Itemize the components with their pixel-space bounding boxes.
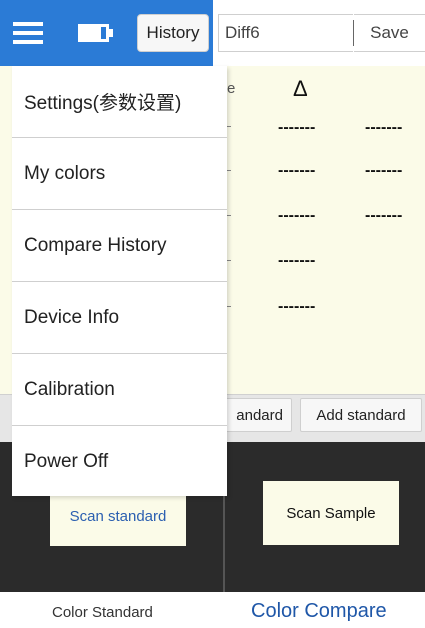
menu-item-calibration[interactable]: Calibration [12,354,227,426]
row-tick [227,126,231,127]
tab-color-compare[interactable]: Color Compare [251,600,387,623]
history-button[interactable]: History [137,14,209,52]
menu-item-device-info[interactable]: Device Info [12,282,227,354]
delta-value: ------- [365,119,403,136]
menu-item-my-colors[interactable]: My colors [12,138,227,210]
delta-value: ------- [278,119,316,136]
row-tick [227,306,231,307]
delta-value: ------- [278,252,316,269]
tab-color-standard[interactable]: Color Standard [52,604,153,621]
top-bar-blue: History [0,0,213,66]
column-header-partial: e [227,80,236,97]
row-tick [227,260,231,261]
save-button[interactable]: Save [354,14,425,52]
hamburger-icon[interactable] [10,18,50,48]
menu-item-settings[interactable]: Settings(参数设置) [12,66,227,138]
row-tick [227,215,231,216]
menu-item-power-off[interactable]: Power Off [12,426,227,498]
battery-icon [78,24,114,42]
delta-header: Δ [293,76,308,101]
menu-item-compare-history[interactable]: Compare History [12,210,227,282]
row-tick [227,170,231,171]
record-name-field[interactable]: Diff6 [218,14,353,52]
delta-value: ------- [278,207,316,224]
top-bar: History Diff6 Save [0,0,425,66]
delta-value: ------- [278,162,316,179]
scan-sample-button[interactable]: Scan Sample [263,481,399,545]
nav-drawer: Settings(参数设置) My colors Compare History… [12,66,227,496]
delta-value: ------- [365,162,403,179]
delta-value: ------- [365,207,403,224]
delta-value: ------- [278,298,316,315]
add-standard-button[interactable]: Add standard [300,398,422,432]
